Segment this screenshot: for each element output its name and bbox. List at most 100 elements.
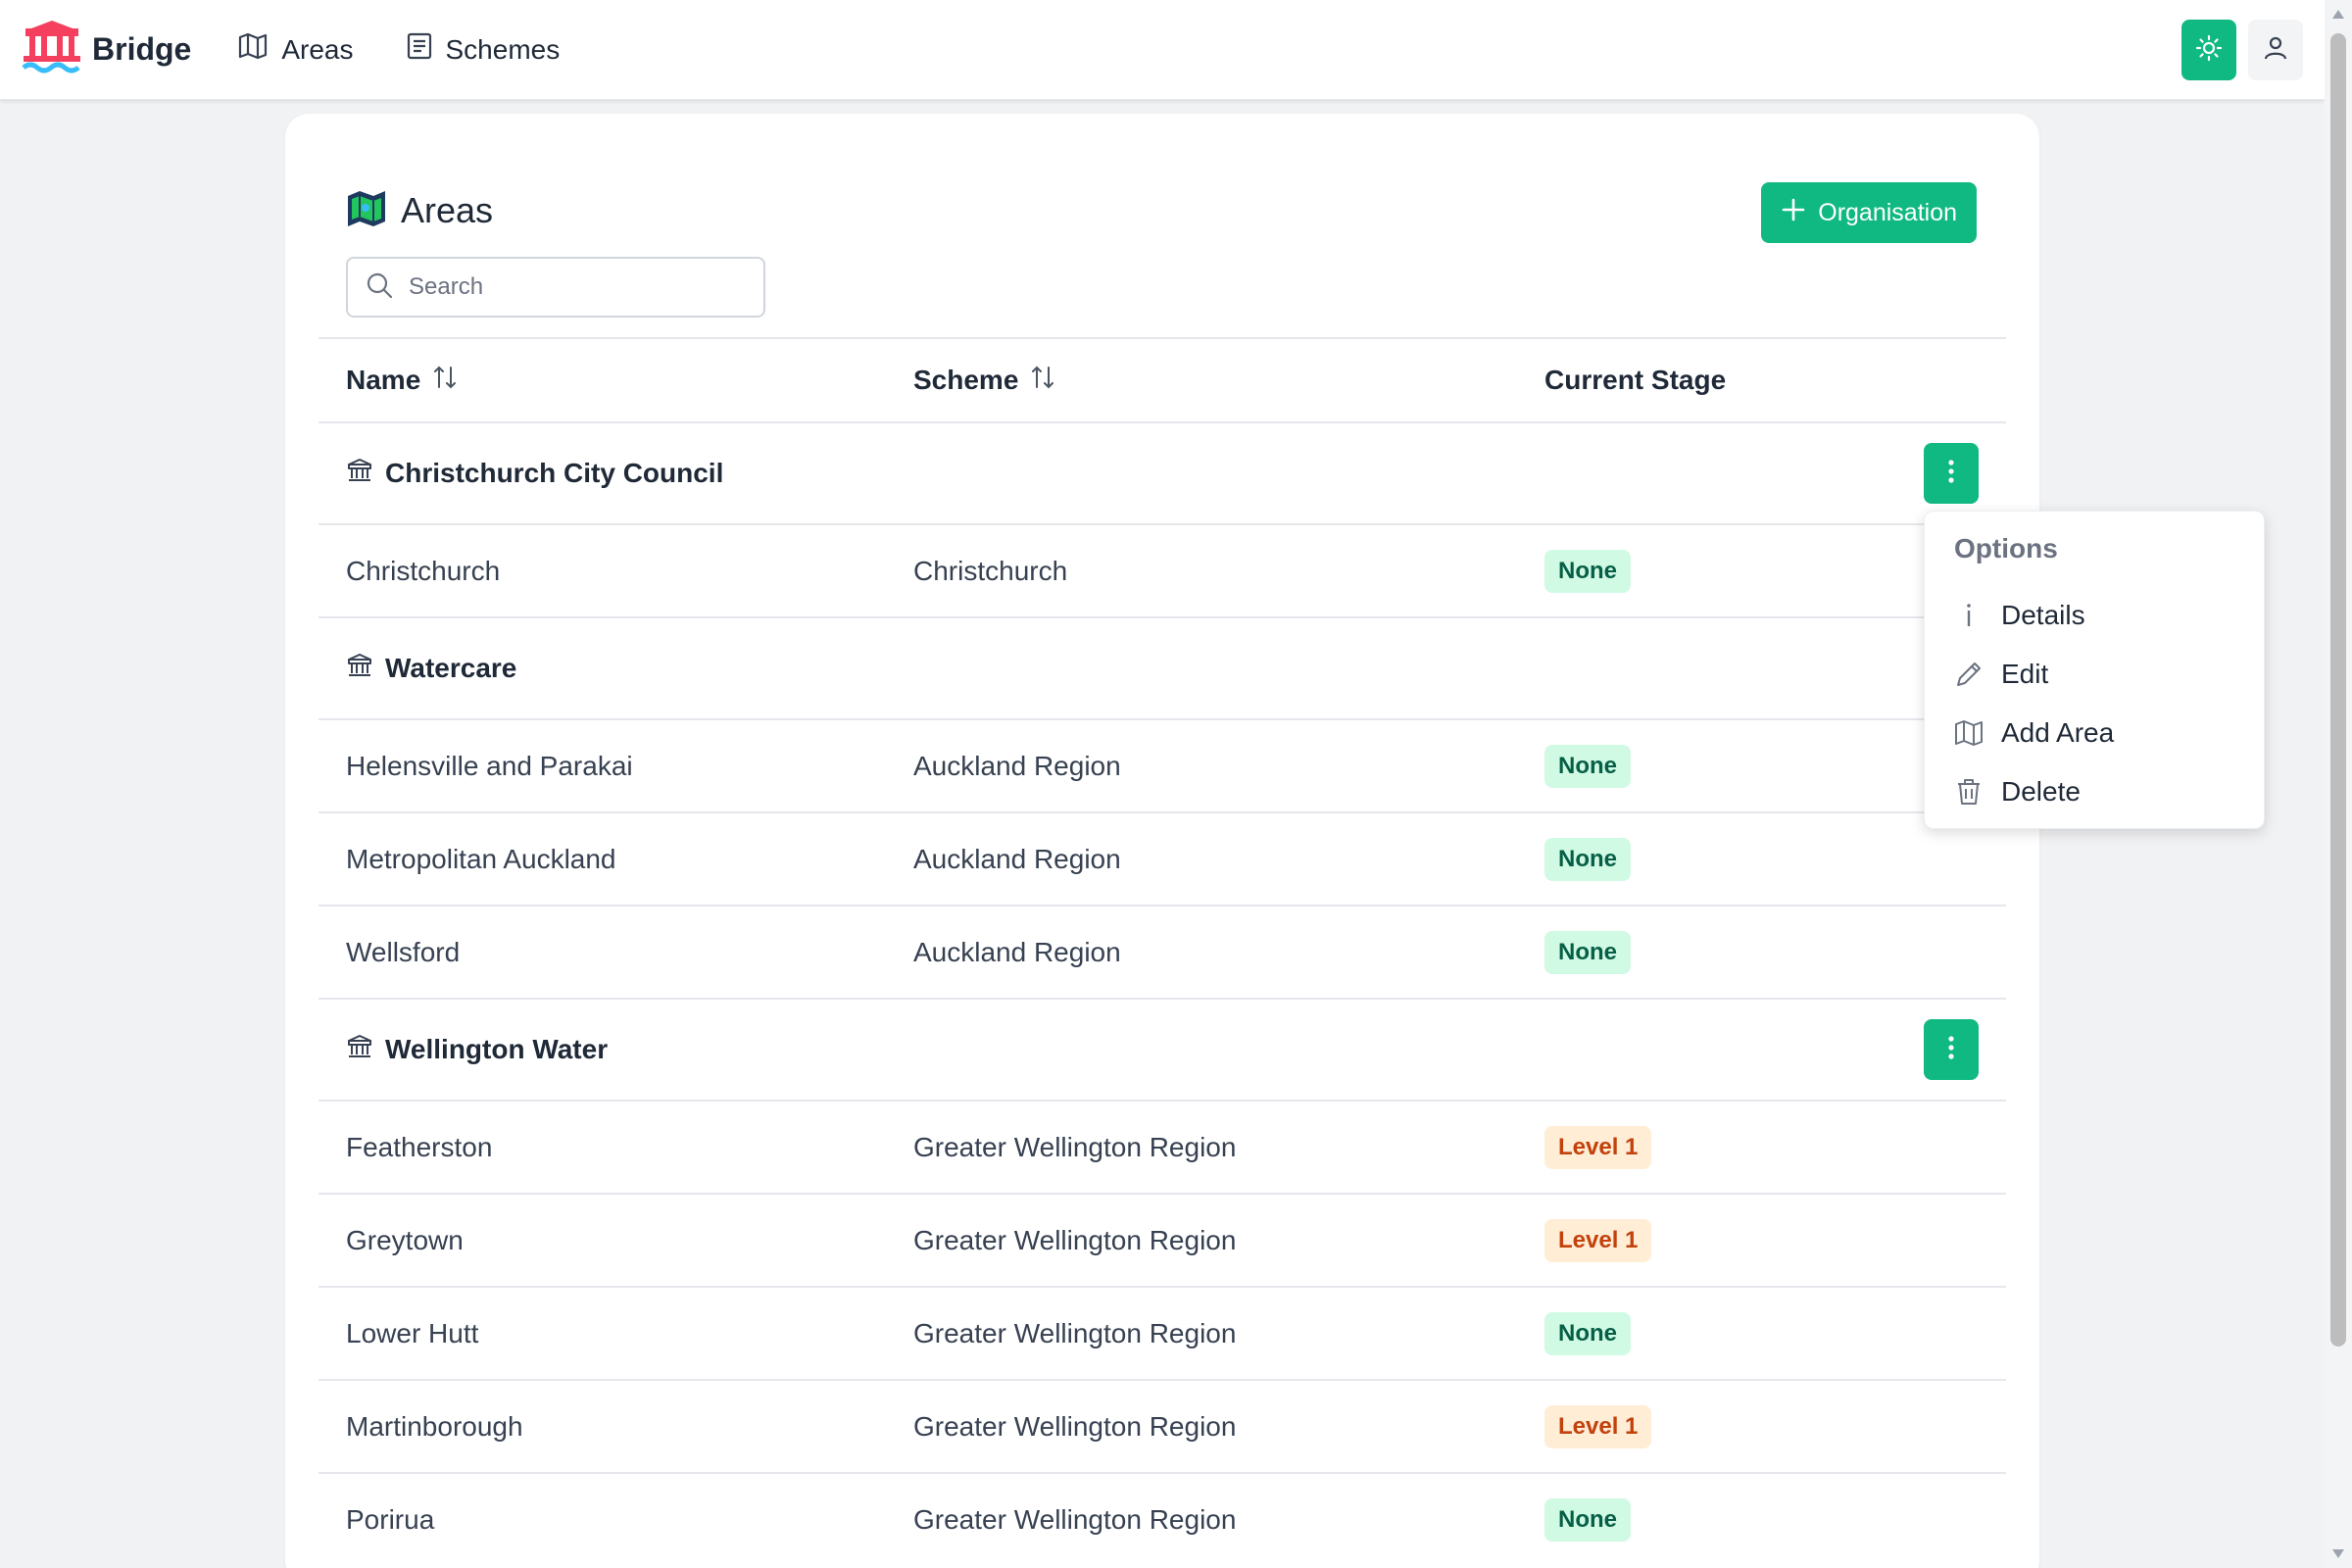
plus-icon bbox=[1781, 197, 1806, 229]
brand-name: Bridge bbox=[92, 31, 192, 67]
cell-scheme: Greater Wellington Region bbox=[913, 1503, 1237, 1535]
group-name-cell: Wellington Water bbox=[346, 1033, 608, 1067]
page-scrollbar[interactable] bbox=[2325, 0, 2352, 1568]
cell-stage: Level 1 bbox=[1544, 1404, 1652, 1448]
menu-item-delete[interactable]: Delete bbox=[1954, 776, 2081, 808]
trash-icon bbox=[1954, 777, 1984, 807]
nav-actions bbox=[2181, 20, 2303, 80]
row-options-button[interactable] bbox=[1924, 443, 1979, 504]
cell-scheme: Auckland Region bbox=[913, 936, 1121, 967]
add-organisation-button[interactable]: Organisation bbox=[1761, 182, 1977, 243]
cell-scheme: Greater Wellington Region bbox=[913, 1410, 1237, 1442]
stage-badge: Level 1 bbox=[1544, 1218, 1652, 1262]
map-icon bbox=[1954, 718, 1984, 748]
cell-name: Greytown bbox=[346, 1224, 464, 1255]
cell-stage: None bbox=[1544, 549, 1631, 593]
row-options-button[interactable] bbox=[1924, 1019, 1979, 1080]
column-header-scheme-label: Scheme bbox=[913, 365, 1019, 395]
table-row[interactable]: Greytown Greater Wellington Region Level… bbox=[318, 1193, 2006, 1286]
user-icon bbox=[2262, 34, 2289, 67]
scroll-down-arrow[interactable] bbox=[2332, 1549, 2344, 1558]
scroll-thumb[interactable] bbox=[2330, 33, 2346, 1347]
search-input[interactable] bbox=[409, 273, 742, 301]
table-row[interactable]: Martinborough Greater Wellington Region … bbox=[318, 1379, 2006, 1472]
options-dropdown: Options Details Edit Add Area Delete bbox=[1924, 511, 2265, 829]
stage-badge: None bbox=[1544, 837, 1631, 881]
cell-name: Porirua bbox=[346, 1503, 435, 1535]
user-menu-button[interactable] bbox=[2248, 20, 2303, 80]
more-vertical-icon bbox=[1947, 1035, 1955, 1065]
cell-name: Helensville and Parakai bbox=[346, 750, 633, 781]
group-row: Christchurch City Council bbox=[318, 421, 2006, 523]
stage-badge: None bbox=[1544, 930, 1631, 974]
page-title: Areas bbox=[401, 189, 494, 230]
nav-link-schemes-label: Schemes bbox=[445, 33, 561, 65]
map-icon bbox=[238, 32, 268, 67]
card-header: Areas bbox=[346, 188, 493, 232]
table-row[interactable]: Lower Hutt Greater Wellington Region Non… bbox=[318, 1286, 2006, 1379]
stage-badge: None bbox=[1544, 549, 1631, 593]
menu-item-label: Details bbox=[2001, 600, 2085, 630]
bridge-logo-icon bbox=[22, 19, 82, 80]
brand[interactable]: Bridge bbox=[22, 19, 191, 80]
organisation-icon bbox=[346, 652, 373, 686]
stage-badge: None bbox=[1544, 1497, 1631, 1542]
menu-item-label: Add Area bbox=[2001, 717, 2115, 748]
cell-name: Martinborough bbox=[346, 1410, 523, 1442]
group-name-cell: Watercare bbox=[346, 652, 516, 686]
cell-scheme: Greater Wellington Region bbox=[913, 1224, 1237, 1255]
column-header-stage: Current Stage bbox=[1544, 365, 1726, 396]
areas-table: Name Scheme Current Stage Christchurch C… bbox=[318, 337, 2006, 1565]
table-row[interactable]: Wellsford Auckland Region None bbox=[318, 905, 2006, 998]
stage-badge: Level 1 bbox=[1544, 1404, 1652, 1448]
search-box bbox=[346, 257, 765, 318]
cell-name: Metropolitan Auckland bbox=[346, 843, 616, 874]
add-organisation-label: Organisation bbox=[1818, 198, 1957, 226]
cell-stage: None bbox=[1544, 930, 1631, 974]
info-icon bbox=[1954, 601, 1984, 630]
cell-scheme: Greater Wellington Region bbox=[913, 1317, 1237, 1348]
cell-scheme: Greater Wellington Region bbox=[913, 1131, 1237, 1162]
column-header-name-label: Name bbox=[346, 365, 421, 395]
theme-toggle-button[interactable] bbox=[2181, 20, 2236, 80]
menu-item-edit[interactable]: Edit bbox=[1954, 659, 2048, 690]
scroll-up-arrow[interactable] bbox=[2332, 10, 2344, 19]
table-row[interactable]: Helensville and Parakai Auckland Region … bbox=[318, 718, 2006, 811]
cell-name: Featherston bbox=[346, 1131, 493, 1162]
stage-badge: None bbox=[1544, 744, 1631, 788]
table-row[interactable]: Metropolitan Auckland Auckland Region No… bbox=[318, 811, 2006, 905]
group-name: Christchurch City Council bbox=[385, 458, 724, 488]
cell-name: Wellsford bbox=[346, 936, 461, 967]
table-row[interactable]: Christchurch Christchurch None bbox=[318, 523, 2006, 616]
column-header-scheme[interactable]: Scheme bbox=[913, 364, 1055, 398]
cell-stage: None bbox=[1544, 744, 1631, 788]
organisation-icon bbox=[346, 1033, 373, 1067]
nav-link-areas-label: Areas bbox=[281, 33, 354, 65]
table-header-row: Name Scheme Current Stage bbox=[318, 337, 2006, 421]
dropdown-title: Options bbox=[1954, 533, 2058, 564]
column-header-name[interactable]: Name bbox=[346, 364, 458, 398]
sort-icon bbox=[432, 364, 458, 398]
app-root: Bridge Areas Schemes Areas Organisation … bbox=[0, 0, 2352, 1568]
nav-link-schemes[interactable]: Schemes bbox=[407, 32, 561, 67]
stage-badge: Level 1 bbox=[1544, 1125, 1652, 1169]
menu-item-add-area[interactable]: Add Area bbox=[1954, 717, 2114, 749]
document-icon bbox=[407, 32, 432, 67]
cell-stage: Level 1 bbox=[1544, 1218, 1652, 1262]
group-row: Watercare bbox=[318, 616, 2006, 718]
areas-card: Areas Organisation Name bbox=[285, 114, 2039, 1568]
stage-badge: None bbox=[1544, 1311, 1631, 1355]
nav-link-areas[interactable]: Areas bbox=[238, 32, 354, 67]
table-row[interactable]: Porirua Greater Wellington Region None bbox=[318, 1472, 2006, 1565]
top-navbar: Bridge Areas Schemes bbox=[0, 0, 2325, 100]
column-header-stage-label: Current Stage bbox=[1544, 365, 1727, 395]
organisation-icon bbox=[346, 457, 373, 491]
group-name: Watercare bbox=[385, 653, 517, 683]
more-vertical-icon bbox=[1947, 459, 1955, 489]
menu-item-details[interactable]: Details bbox=[1954, 600, 2085, 631]
table-row[interactable]: Featherston Greater Wellington Region Le… bbox=[318, 1100, 2006, 1193]
cell-stage: None bbox=[1544, 837, 1631, 881]
search-icon bbox=[366, 271, 393, 304]
group-name-cell: Christchurch City Council bbox=[346, 457, 723, 491]
sort-icon bbox=[1030, 364, 1055, 398]
